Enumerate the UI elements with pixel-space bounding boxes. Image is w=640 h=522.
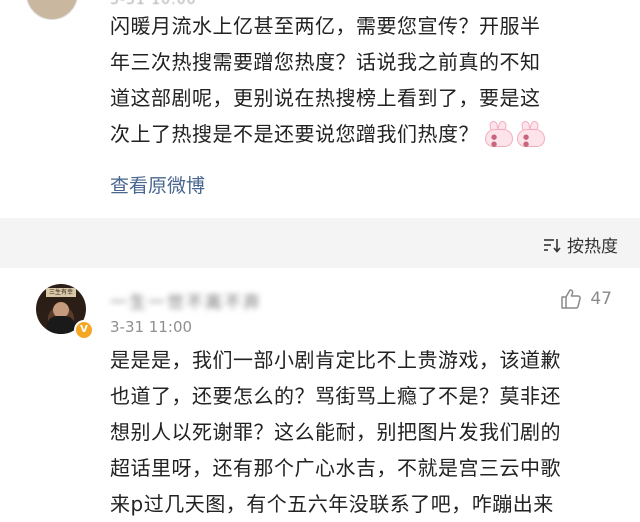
view-original-weibo-link[interactable]: 查看原微博 [110, 171, 205, 198]
sort-label: 按热度 [567, 237, 618, 257]
avatar-sign-text: 三生有幸 [46, 288, 76, 297]
comment-line: 超话里呀，还有那个广心水吉，不就是宫三云中歌 [110, 456, 561, 480]
like-button[interactable]: 47 [560, 288, 612, 310]
rabbit-emoji-icon: ● ● [485, 120, 513, 148]
comment-line: 也道了，还要怎么的？骂街骂上瘾了不是？莫非还 [110, 384, 561, 408]
post-avatar[interactable] [26, 0, 78, 20]
comment-line: 来p过几天图，有个五六年没联系了吧，咋蹦出来 [110, 492, 554, 516]
comments-header: 按热度 [0, 218, 640, 268]
comment-text: 是是是，我们一部小剧肯定比不上贵游戏，该道歉 也道了，还要怎么的？骂街骂上瘾了不… [110, 342, 630, 522]
comment-item: 三生有幸 V 一生一世不离不弃 3-31 11:00 47 是是是，我们一部小剧… [0, 268, 640, 516]
commenter-name[interactable]: 一生一世不离不弃 [110, 288, 262, 313]
post-timestamp: 3-31 10:00 [110, 0, 197, 8]
post-text: 闪暖月流水上亿甚至两亿，需要您宣传？开服半 年三次热搜需要蹭您热度？话说我之前真… [110, 8, 630, 152]
original-post: 3-31 10:00 闪暖月流水上亿甚至两亿，需要您宣传？开服半 年三次热搜需要… [0, 0, 640, 218]
post-line: 次上了热搜是不是还要说您蹭我们热度？ ● ● ● ● [110, 116, 630, 152]
verified-badge-icon: V [74, 320, 94, 340]
rabbit-emoji-icon: ● ● [517, 120, 545, 148]
sort-lines-icon [544, 238, 561, 253]
post-line: 年三次热搜需要蹭您热度？话说我之前真的不知 [110, 50, 541, 74]
comment-line: 想别人以死谢罪？这么能耐，别把图片发我们剧的 [110, 420, 561, 444]
sort-by-hot-button[interactable]: 按热度 [543, 232, 618, 257]
like-count: 47 [590, 289, 612, 309]
comment-line: 是是是，我们一部小剧肯定比不上贵游戏，该道歉 [110, 348, 561, 372]
thumbs-up-icon [561, 289, 582, 309]
post-line: 闪暖月流水上亿甚至两亿，需要您宣传？开服半 [110, 14, 541, 38]
comment-timestamp: 3-31 11:00 [110, 318, 193, 336]
post-line: 道这部剧呢，更别说在热搜榜上看到了，要是这 [110, 86, 541, 110]
post-line-text: 次上了热搜是不是还要说您蹭我们热度？ [110, 122, 479, 146]
